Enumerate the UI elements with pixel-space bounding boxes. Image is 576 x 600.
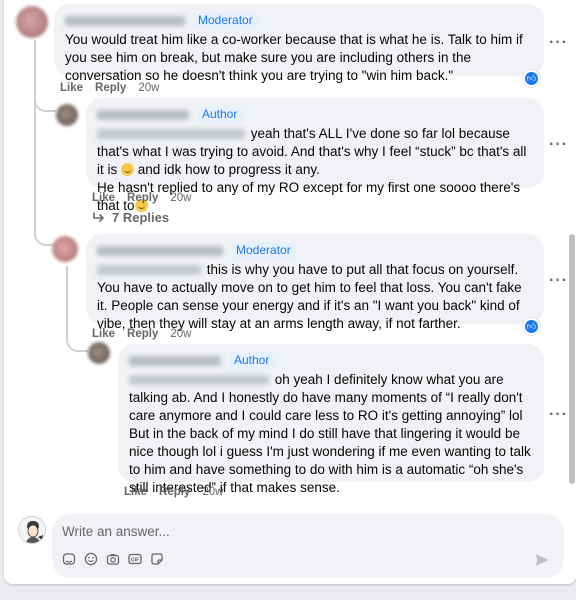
scrollbar[interactable] — [568, 0, 576, 508]
like-button[interactable]: Like — [92, 192, 115, 204]
scrollbar-thumb[interactable] — [569, 234, 575, 484]
comment-bubble: Moderator this is why you have to put al… — [86, 234, 544, 331]
mention-name[interactable] — [97, 265, 201, 276]
thumbs-up-icon[interactable]: 👍︎ — [523, 318, 540, 335]
like-button[interactable]: Like — [92, 328, 115, 340]
moderator-badge: Moderator — [193, 12, 258, 29]
reply-button[interactable]: Reply — [127, 328, 158, 340]
author-name[interactable] — [65, 15, 185, 26]
gif-icon[interactable]: GIF — [128, 552, 142, 566]
sticker-icon[interactable] — [62, 552, 76, 566]
user-avatar-illustration — [19, 517, 45, 543]
reply-button[interactable]: Reply — [159, 486, 190, 498]
comment-text-part: But in the back of my mind I do still ha… — [129, 426, 531, 495]
thread-line — [66, 266, 88, 352]
avatar-sticker-icon[interactable] — [150, 552, 164, 566]
author-name[interactable] — [129, 355, 221, 366]
emoji-icon[interactable] — [84, 552, 98, 566]
avatar[interactable] — [56, 104, 78, 126]
timestamp[interactable]: 20w — [170, 192, 191, 204]
comment-text-part: and idk how to progress it any. — [137, 162, 320, 177]
answer-input[interactable]: Write an answer... — [62, 524, 170, 539]
thread-line — [34, 40, 56, 246]
answer-composer[interactable]: Write an answer... GIF — [52, 514, 564, 578]
reply-button[interactable]: Reply — [95, 82, 126, 94]
avatar[interactable] — [52, 236, 78, 262]
author-name[interactable] — [97, 245, 223, 256]
more-options-icon[interactable]: ··· — [549, 273, 568, 289]
comment-text: this is why you have to put all that foc… — [97, 261, 533, 333]
timestamp[interactable]: 20w — [170, 328, 191, 340]
reply-arrow-icon — [93, 211, 104, 222]
avatar[interactable] — [88, 342, 110, 364]
comment-bubble: Author oh yeah I definitely know what yo… — [118, 344, 544, 495]
send-icon — [535, 554, 549, 566]
thumbs-up-icon[interactable]: 👍︎ — [523, 70, 540, 87]
user-avatar[interactable] — [18, 516, 46, 544]
more-options-icon[interactable]: ··· — [549, 137, 568, 153]
comment-text: You would treat him like a co-worker bec… — [65, 32, 523, 83]
author-name[interactable] — [97, 109, 189, 120]
mention-name[interactable] — [97, 129, 245, 140]
author-badge: Author — [229, 352, 275, 369]
like-button[interactable]: Like — [60, 82, 83, 94]
composer-toolbar: GIF — [62, 552, 164, 566]
svg-text:GIF: GIF — [131, 558, 139, 564]
avatar[interactable] — [16, 6, 48, 38]
comment-actions: Like Reply 20w — [92, 192, 191, 204]
replies-count: 7 Replies — [112, 210, 170, 225]
view-replies-button[interactable]: 7 Replies — [92, 210, 169, 225]
comment-text: oh yeah I definitely know what you are t… — [129, 371, 533, 497]
comments-panel: Moderator You would treat him like a co-… — [4, 0, 576, 584]
like-button[interactable]: Like — [124, 486, 147, 498]
comment-bubble: Moderator You would treat him like a co-… — [54, 4, 544, 83]
moderator-badge: Moderator — [231, 242, 296, 259]
camera-icon[interactable] — [106, 552, 120, 566]
comment-actions: Like Reply 20w — [124, 486, 223, 498]
grinning-emoji-icon — [121, 163, 135, 176]
more-options-icon[interactable]: ··· — [549, 35, 568, 51]
comment-bubble: Author yeah that's ALL I've done so far … — [86, 98, 544, 213]
timestamp[interactable]: 20w — [138, 82, 159, 94]
more-options-icon[interactable]: ··· — [549, 407, 568, 423]
author-badge: Author — [197, 106, 243, 123]
mention-name[interactable] — [129, 375, 269, 386]
timestamp[interactable]: 20w — [202, 486, 223, 498]
comment-actions: Like Reply 20w — [92, 328, 191, 340]
reply-button[interactable]: Reply — [127, 192, 158, 204]
comment-actions: Like Reply 20w — [60, 82, 159, 94]
send-button[interactable] — [534, 552, 550, 571]
